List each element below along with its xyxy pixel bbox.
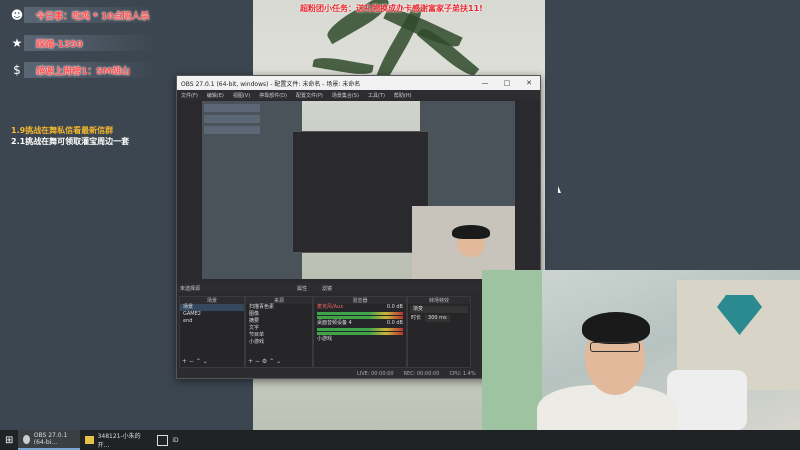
obs-title: OBS 27.0.1 (64-bit, windows) - 配置文件: 未命名…: [181, 80, 361, 88]
mixer-track-name: 小游戏: [317, 336, 333, 342]
mixer-track-level: 0.0 dB: [386, 320, 403, 326]
scene-controls[interactable]: + − ⌃ ⌄: [182, 358, 208, 365]
taskbar-item-folder[interactable]: 348121-小朱的开...: [80, 430, 152, 450]
obs-title-bar[interactable]: OBS 27.0.1 (64-bit, windows) - 配置文件: 未命名…: [177, 76, 540, 90]
audio-meter: [317, 316, 403, 319]
menu-file[interactable]: 文件(F): [181, 92, 198, 99]
overlay-item-score: ★ 踩踏-1350: [6, 32, 156, 54]
menu-profile[interactable]: 配置文件(P): [296, 92, 323, 99]
source-item[interactable]: 节目单: [246, 332, 312, 339]
taskbar-item-obs[interactable]: OBS 27.0.1 (64-bi...: [18, 430, 81, 450]
audio-meter: [317, 332, 403, 335]
obs-preview[interactable]: [202, 101, 515, 279]
menu-tools[interactable]: 工具(T): [368, 92, 385, 99]
duration-input[interactable]: 300 ms: [425, 315, 450, 322]
scene-item[interactable]: end: [180, 318, 244, 325]
menu-scene-collection[interactable]: 场景集合(S): [332, 92, 359, 99]
rec-timer: REC: 00:00:00: [403, 370, 440, 377]
taskbar-label: iD: [172, 436, 179, 444]
taskbar: ⊞ OBS 27.0.1 (64-bi... 348121-小朱的开... iD: [0, 430, 800, 450]
close-button[interactable]: ✕: [518, 79, 540, 87]
sources-dock: 来源 扫描青色素 图像 摘要 文字 节目单 小游戏 + − ⚙ ⌃ ⌄: [245, 296, 313, 368]
audio-meter: [317, 312, 403, 315]
mouse-cursor: [558, 186, 561, 193]
filters-button[interactable]: 滤镜: [322, 285, 332, 292]
transition-select[interactable]: 渐变: [410, 306, 468, 313]
app-icon: [157, 434, 169, 446]
scenes-title: 场景: [180, 297, 244, 304]
taskbar-label: 348121-小朱的开...: [97, 433, 141, 449]
menu-view[interactable]: 视图(V): [233, 92, 250, 99]
live-timer: LIVE: 00:00:00: [357, 370, 394, 377]
source-item[interactable]: 摘要: [246, 318, 312, 325]
transitions-dock: 转场特效 渐变 时长 300 ms: [407, 296, 471, 368]
menu-docks[interactable]: 停靠部件(D): [259, 92, 287, 99]
taskbar-item-app[interactable]: iD: [152, 430, 183, 450]
minimize-button[interactable]: —: [474, 79, 496, 87]
mixer-track-name: 麦克风/Aux: [317, 304, 344, 310]
menu-edit[interactable]: 编辑(E): [207, 92, 224, 99]
obs-menu-bar: 文件(F) 编辑(E) 视图(V) 停靠部件(D) 配置文件(P) 场景集合(S…: [177, 90, 540, 100]
transitions-title: 转场特效: [408, 297, 470, 304]
menu-help[interactable]: 帮助(H): [394, 92, 412, 99]
start-button[interactable]: ⊞: [0, 430, 18, 450]
cpu-usage: CPU: 1.4%: [449, 370, 476, 377]
maximize-button[interactable]: □: [496, 79, 518, 87]
duration-label: 时长: [411, 315, 422, 321]
note-line: 2.1挑战在舞可领取灌宝周边一套: [11, 137, 130, 146]
source-item[interactable]: 图像: [246, 311, 312, 318]
scene-item[interactable]: 场景: [180, 304, 244, 311]
audio-meter: [317, 328, 403, 331]
folder-icon: [85, 436, 94, 444]
source-item[interactable]: 文字: [246, 325, 312, 332]
scene-item[interactable]: GAME2: [180, 311, 244, 318]
note-line: 1.9挑战在舞私信看最新信群: [11, 126, 114, 135]
mixer-dock: 混音器 麦克风/Aux 0.0 dB 桌面音频设备 4 0.0 dB 小游戏: [313, 296, 407, 368]
source-item[interactable]: 小游戏: [246, 339, 312, 346]
properties-button[interactable]: 属性: [297, 285, 307, 292]
mission-banner: 超粉团小任务：送礼物换成办卡感谢富家子弟扶11!: [300, 4, 483, 13]
obs-icon: [23, 434, 30, 444]
webcam-feed: [482, 270, 800, 430]
overlay-item-agenda: ☻ 今日事：吃鸡 * 10点陪人杀: [6, 4, 156, 26]
overlay-notes: 1.9挑战在舞私信看最新信群 2.1挑战在舞可领取灌宝周边一套: [11, 125, 129, 147]
source-controls[interactable]: + − ⚙ ⌃ ⌄: [248, 358, 281, 365]
sources-title: 来源: [246, 297, 312, 304]
mixer-title: 混音器: [314, 297, 406, 304]
mixer-track-name: 桌面音频设备 4: [317, 320, 352, 326]
taskbar-label: OBS 27.0.1 (64-bi...: [33, 432, 68, 446]
mixer-track-level: 0.0 dB: [386, 304, 403, 310]
windows-icon: ⊞: [5, 434, 14, 446]
source-item[interactable]: 扫描青色素: [246, 304, 312, 311]
scenes-dock: 场景 场景 GAME2 end + − ⌃ ⌄: [179, 296, 245, 368]
no-source-label: 未选择源: [180, 286, 201, 292]
overlay-item-thanks: $ 感谢上周榜1：SM胡山: [6, 59, 156, 81]
